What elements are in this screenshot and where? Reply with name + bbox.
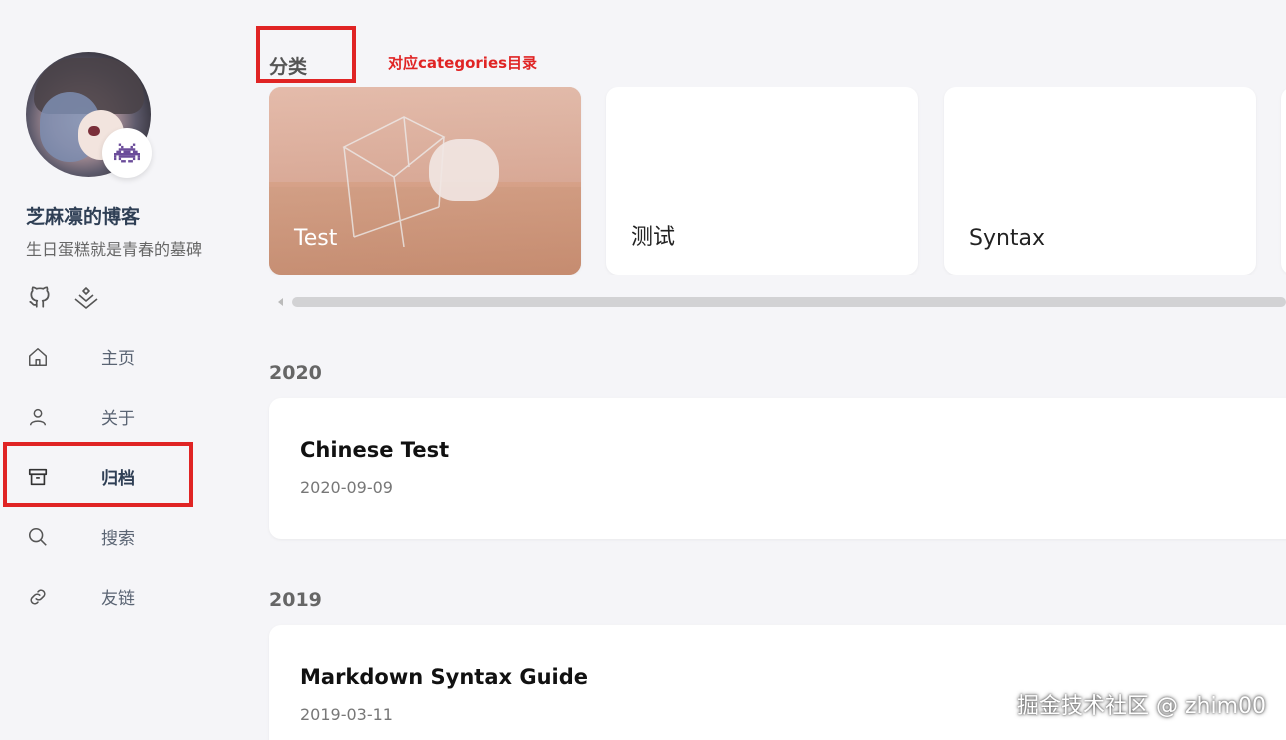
- post-title: Markdown Syntax Guide: [300, 665, 589, 689]
- category-label: Test: [294, 226, 338, 251]
- year-heading: 2019: [269, 589, 322, 611]
- link-icon: [26, 585, 50, 609]
- sidebar-nav: 主页 关于 归档 搜索 友链: [0, 326, 250, 626]
- space-invader-icon: [114, 143, 140, 163]
- scroll-left-arrow-icon[interactable]: [277, 298, 285, 306]
- category-card-syntax[interactable]: Syntax: [944, 87, 1256, 275]
- nav-item-home[interactable]: 主页: [0, 326, 250, 386]
- github-icon[interactable]: [26, 283, 54, 311]
- category-card-test[interactable]: Test: [269, 87, 581, 275]
- post-date: 2019-03-11: [300, 705, 393, 724]
- post-card[interactable]: Markdown Syntax Guide 2019-03-11: [269, 625, 1286, 740]
- nav-label-links: 友链: [101, 588, 135, 609]
- category-cards: Test 测试 Syntax: [269, 87, 1286, 275]
- category-card-ceshi[interactable]: 测试: [606, 87, 918, 275]
- category-label: 测试: [631, 225, 676, 250]
- post-date: 2020-09-09: [300, 478, 393, 497]
- site-subtitle: 生日蛋糕就是青春的墓碑: [26, 240, 203, 259]
- nav-item-links[interactable]: 友链: [0, 566, 250, 626]
- avatar-badge: [102, 128, 152, 178]
- post-card[interactable]: Chinese Test 2020-09-09: [269, 398, 1286, 539]
- nav-label-search: 搜索: [101, 528, 135, 549]
- archive-icon: [26, 465, 50, 489]
- category-label: Syntax: [969, 226, 1046, 251]
- year-heading: 2020: [269, 362, 322, 384]
- nav-label-home: 主页: [101, 348, 135, 369]
- juejin-icon[interactable]: [72, 283, 100, 311]
- post-title: Chinese Test: [300, 438, 450, 462]
- avatar-wrap: [26, 52, 152, 178]
- nav-label-archive: 归档: [101, 468, 135, 489]
- blog-app: 芝麻凛的博客 生日蛋糕就是青春的墓碑 主页 关于 归档 搜索 友链 分类 对应c…: [0, 0, 1286, 740]
- horizontal-scrollbar[interactable]: [269, 296, 1286, 308]
- site-name: 芝麻凛的博客: [26, 206, 141, 228]
- main-content: 分类 对应categories目录 Test 测试 Syntax 2020 Ch…: [269, 0, 1286, 740]
- scrollbar-thumb[interactable]: [292, 297, 1286, 307]
- home-icon: [26, 345, 50, 369]
- user-icon: [26, 405, 50, 429]
- category-card-partial[interactable]: [1281, 87, 1286, 275]
- nav-item-search[interactable]: 搜索: [0, 506, 250, 566]
- sidebar: 芝麻凛的博客 生日蛋糕就是青春的墓碑 主页 关于 归档 搜索 友链: [0, 0, 250, 740]
- search-icon: [26, 525, 50, 549]
- annotation-text: 对应categories目录: [388, 54, 538, 72]
- social-links: [26, 283, 100, 311]
- nav-label-about: 关于: [101, 408, 135, 429]
- categories-title: 分类: [269, 56, 308, 78]
- watermark: 掘金技术社区 @ zhim00: [1016, 694, 1266, 719]
- nav-item-archive[interactable]: 归档: [0, 446, 250, 506]
- nav-item-about[interactable]: 关于: [0, 386, 250, 446]
